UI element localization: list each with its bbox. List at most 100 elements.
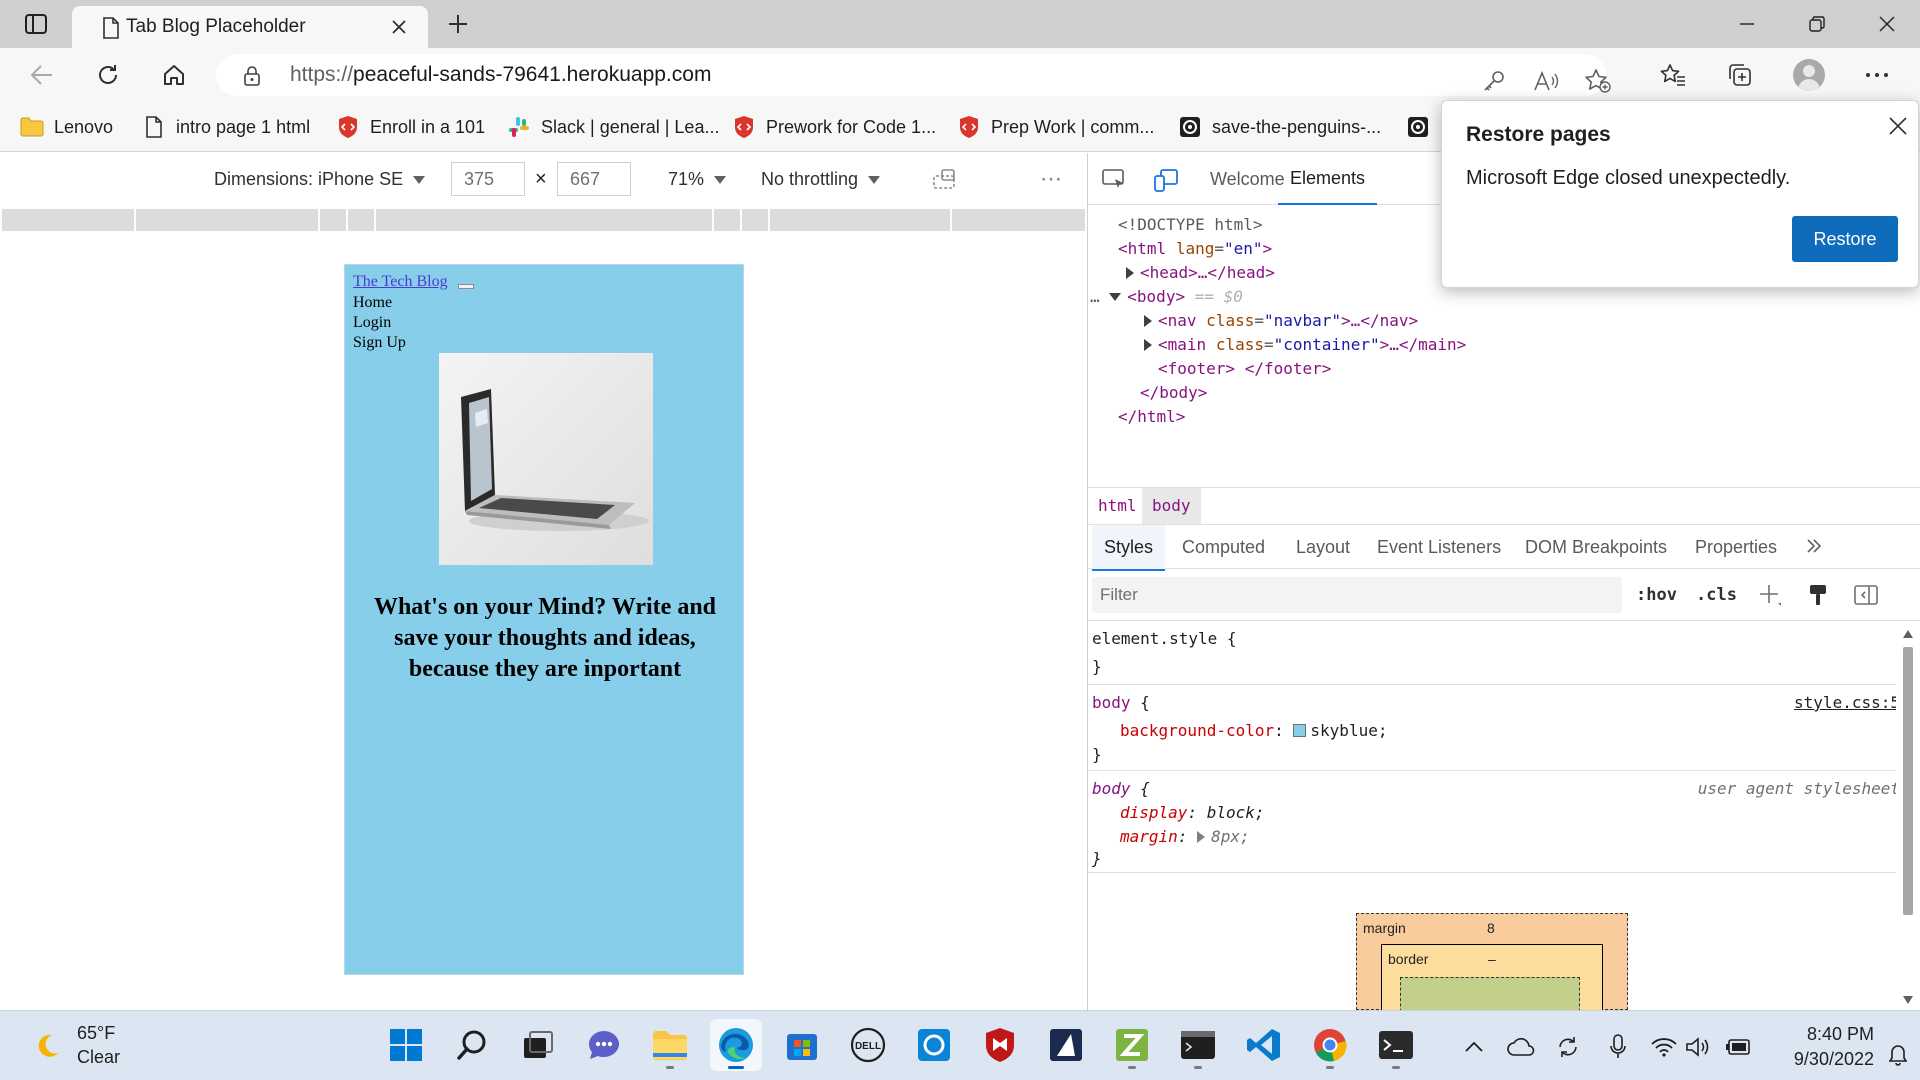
favorite-overflow[interactable]	[1406, 112, 1440, 142]
dom-head-node[interactable]: <head>…</head>	[1126, 261, 1275, 285]
dom-body-close[interactable]: </body>	[1140, 381, 1207, 405]
new-tab-button[interactable]	[442, 8, 474, 40]
wifi-icon[interactable]	[1650, 1033, 1678, 1061]
taskbar-search-button[interactable]	[446, 1019, 498, 1071]
navbar-toggler-button[interactable]	[458, 284, 474, 289]
url-field[interactable]: https://peaceful-sands-79641.herokuapp.c…	[216, 54, 1611, 96]
restore-button[interactable]: Restore	[1792, 216, 1898, 262]
color-swatch-icon[interactable]	[1293, 724, 1307, 737]
refresh-button[interactable]	[90, 57, 126, 93]
nav-link-login[interactable]: Login	[353, 314, 391, 332]
device-width-input[interactable]: 375	[451, 162, 525, 196]
settings-more-button[interactable]	[1859, 57, 1895, 93]
task-view-button[interactable]	[512, 1019, 564, 1071]
taskbar-mcafee[interactable]	[974, 1019, 1026, 1071]
tab-properties[interactable]: Properties	[1695, 525, 1777, 569]
browser-tab-active[interactable]: Tab Blog Placeholder	[72, 6, 428, 48]
dom-body-node[interactable]: … <body> == $0	[1090, 285, 1243, 309]
show-hidden-icons-chevron-icon[interactable]	[1460, 1033, 1488, 1061]
box-model-margin[interactable]: margin 8 border –	[1356, 913, 1628, 1017]
body-style-rule[interactable]: body { style.css:5 background-color: sky…	[1088, 685, 1900, 771]
border-top-value[interactable]: –	[1488, 951, 1496, 967]
class-toggle-button[interactable]: .cls	[1696, 577, 1737, 613]
favorites-button[interactable]	[1655, 57, 1691, 93]
expand-triangle-icon[interactable]	[1144, 315, 1152, 327]
restore-popup-close-button[interactable]	[1885, 113, 1911, 139]
toggle-sidebar-icon[interactable]	[1852, 581, 1880, 609]
taskbar-terminal-app[interactable]	[1172, 1019, 1224, 1071]
close-tab-icon[interactable]	[390, 18, 408, 36]
back-button[interactable]	[24, 57, 60, 93]
rotate-button[interactable]	[932, 168, 958, 190]
device-emulation-icon[interactable]	[1152, 167, 1180, 193]
start-button[interactable]	[380, 1019, 432, 1071]
taskbar-teams-chat[interactable]	[578, 1019, 630, 1071]
taskbar-vscode[interactable]	[1238, 1019, 1290, 1071]
scroll-down-arrow-icon[interactable]	[1902, 995, 1914, 1005]
weather-temperature[interactable]: 65°F	[77, 1023, 115, 1044]
new-style-rule-icon[interactable]	[1756, 581, 1784, 609]
scrollbar-thumb[interactable]	[1903, 647, 1913, 915]
zoom-select[interactable]: 71%	[668, 153, 727, 205]
notification-bell-icon[interactable]	[1884, 1041, 1912, 1069]
weather-condition[interactable]: Clear	[77, 1047, 120, 1068]
dom-nav-node[interactable]: <nav class="navbar">…</nav>	[1144, 309, 1418, 333]
favorite-slack[interactable]: Slack | general | Lea...	[507, 112, 719, 142]
add-favorite-icon[interactable]	[1584, 67, 1612, 95]
dom-main-node[interactable]: <main class="container">…</main>	[1144, 333, 1466, 357]
taskbar-edge[interactable]	[710, 1019, 762, 1071]
clock-date[interactable]: 9/30/2022	[1764, 1049, 1874, 1070]
device-more-button[interactable]: ⋯	[1040, 153, 1062, 205]
taskbar-dell[interactable]: DELL	[842, 1019, 894, 1071]
taskbar-chrome[interactable]	[1304, 1019, 1356, 1071]
paint-brush-icon[interactable]	[1804, 581, 1832, 609]
element-style-rule[interactable]: element.style { }	[1088, 621, 1900, 685]
nav-link-signup[interactable]: Sign Up	[353, 334, 406, 352]
styles-filter-input[interactable]: Filter	[1092, 577, 1622, 613]
taskbar-command-prompt[interactable]	[1370, 1019, 1422, 1071]
dom-footer-node[interactable]: <footer> </footer>	[1158, 357, 1331, 381]
nav-link-home[interactable]: Home	[353, 294, 392, 312]
inspect-element-icon[interactable]	[1100, 167, 1128, 193]
breadcrumb-body[interactable]: body	[1142, 488, 1201, 524]
favorite-intro-page[interactable]: intro page 1 html	[142, 112, 310, 142]
tab-event-listeners[interactable]: Event Listeners	[1377, 525, 1501, 569]
box-model-border[interactable]: border –	[1381, 944, 1603, 1017]
read-aloud-icon[interactable]	[1532, 67, 1560, 95]
source-link[interactable]: style.css:5	[1794, 691, 1900, 715]
battery-icon[interactable]	[1724, 1033, 1752, 1061]
taskbar-zoom-z[interactable]	[1106, 1019, 1158, 1071]
ua-body-rule[interactable]: body { user agent stylesheet display: bl…	[1088, 771, 1900, 873]
styles-scrollbar[interactable]	[1896, 625, 1920, 1010]
taskbar-app-navy[interactable]	[1040, 1019, 1092, 1071]
device-dimensions-select[interactable]: Dimensions: iPhone SE	[214, 153, 426, 205]
css-property-name[interactable]: background-color	[1120, 721, 1274, 740]
home-button[interactable]	[156, 57, 192, 93]
device-height-input[interactable]: 667	[557, 162, 631, 196]
hover-state-button[interactable]: :hov	[1636, 577, 1677, 613]
site-brand-link[interactable]: The Tech Blog	[353, 273, 448, 291]
moon-icon[interactable]	[32, 1031, 62, 1061]
taskbar-microsoft-store[interactable]	[776, 1019, 828, 1071]
css-property-value[interactable]: skyblue;	[1310, 721, 1387, 740]
tab-elements[interactable]: Elements	[1278, 153, 1378, 205]
breadcrumb-html[interactable]: html	[1088, 488, 1147, 524]
favorite-prep-work[interactable]: Prep Work | comm...	[957, 112, 1154, 142]
onedrive-cloud-icon[interactable]	[1507, 1033, 1535, 1061]
more-tabs-button[interactable]	[1805, 537, 1823, 555]
clock-time[interactable]: 8:40 PM	[1764, 1024, 1874, 1045]
favorite-lenovo[interactable]: Lenovo	[20, 112, 113, 142]
dom-html-close[interactable]: </html>	[1118, 405, 1185, 429]
expand-triangle-icon[interactable]	[1126, 267, 1134, 279]
expand-triangle-icon[interactable]	[1144, 339, 1152, 351]
password-key-icon[interactable]	[1480, 67, 1508, 95]
favorite-save-the-penguins[interactable]: save-the-penguins-...	[1178, 112, 1381, 142]
tab-welcome[interactable]: Welcome	[1210, 153, 1285, 205]
dom-doctype[interactable]: <!DOCTYPE html>	[1118, 213, 1263, 237]
lock-icon[interactable]	[244, 66, 260, 86]
taskbar-app-blue[interactable]	[908, 1019, 960, 1071]
tab-styles[interactable]: Styles	[1092, 525, 1166, 571]
tab-dom-breakpoints[interactable]: DOM Breakpoints	[1525, 525, 1667, 569]
media-query-ruler[interactable]	[2, 209, 1085, 231]
collapse-triangle-icon[interactable]	[1109, 293, 1122, 301]
